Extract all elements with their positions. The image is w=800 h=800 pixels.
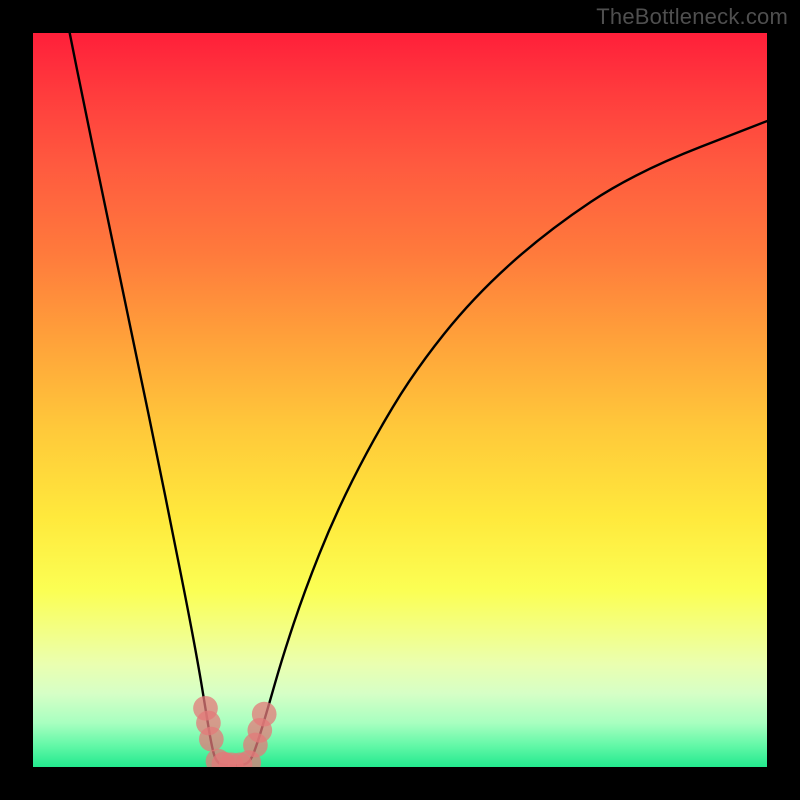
data-marker <box>252 702 277 727</box>
plot-area <box>33 33 767 767</box>
curve-layer <box>33 33 767 767</box>
bottleneck-curve <box>70 33 767 766</box>
watermark-text: TheBottleneck.com <box>596 4 788 30</box>
chart-frame: TheBottleneck.com <box>0 0 800 800</box>
marker-group <box>193 696 276 767</box>
data-marker <box>199 727 224 752</box>
